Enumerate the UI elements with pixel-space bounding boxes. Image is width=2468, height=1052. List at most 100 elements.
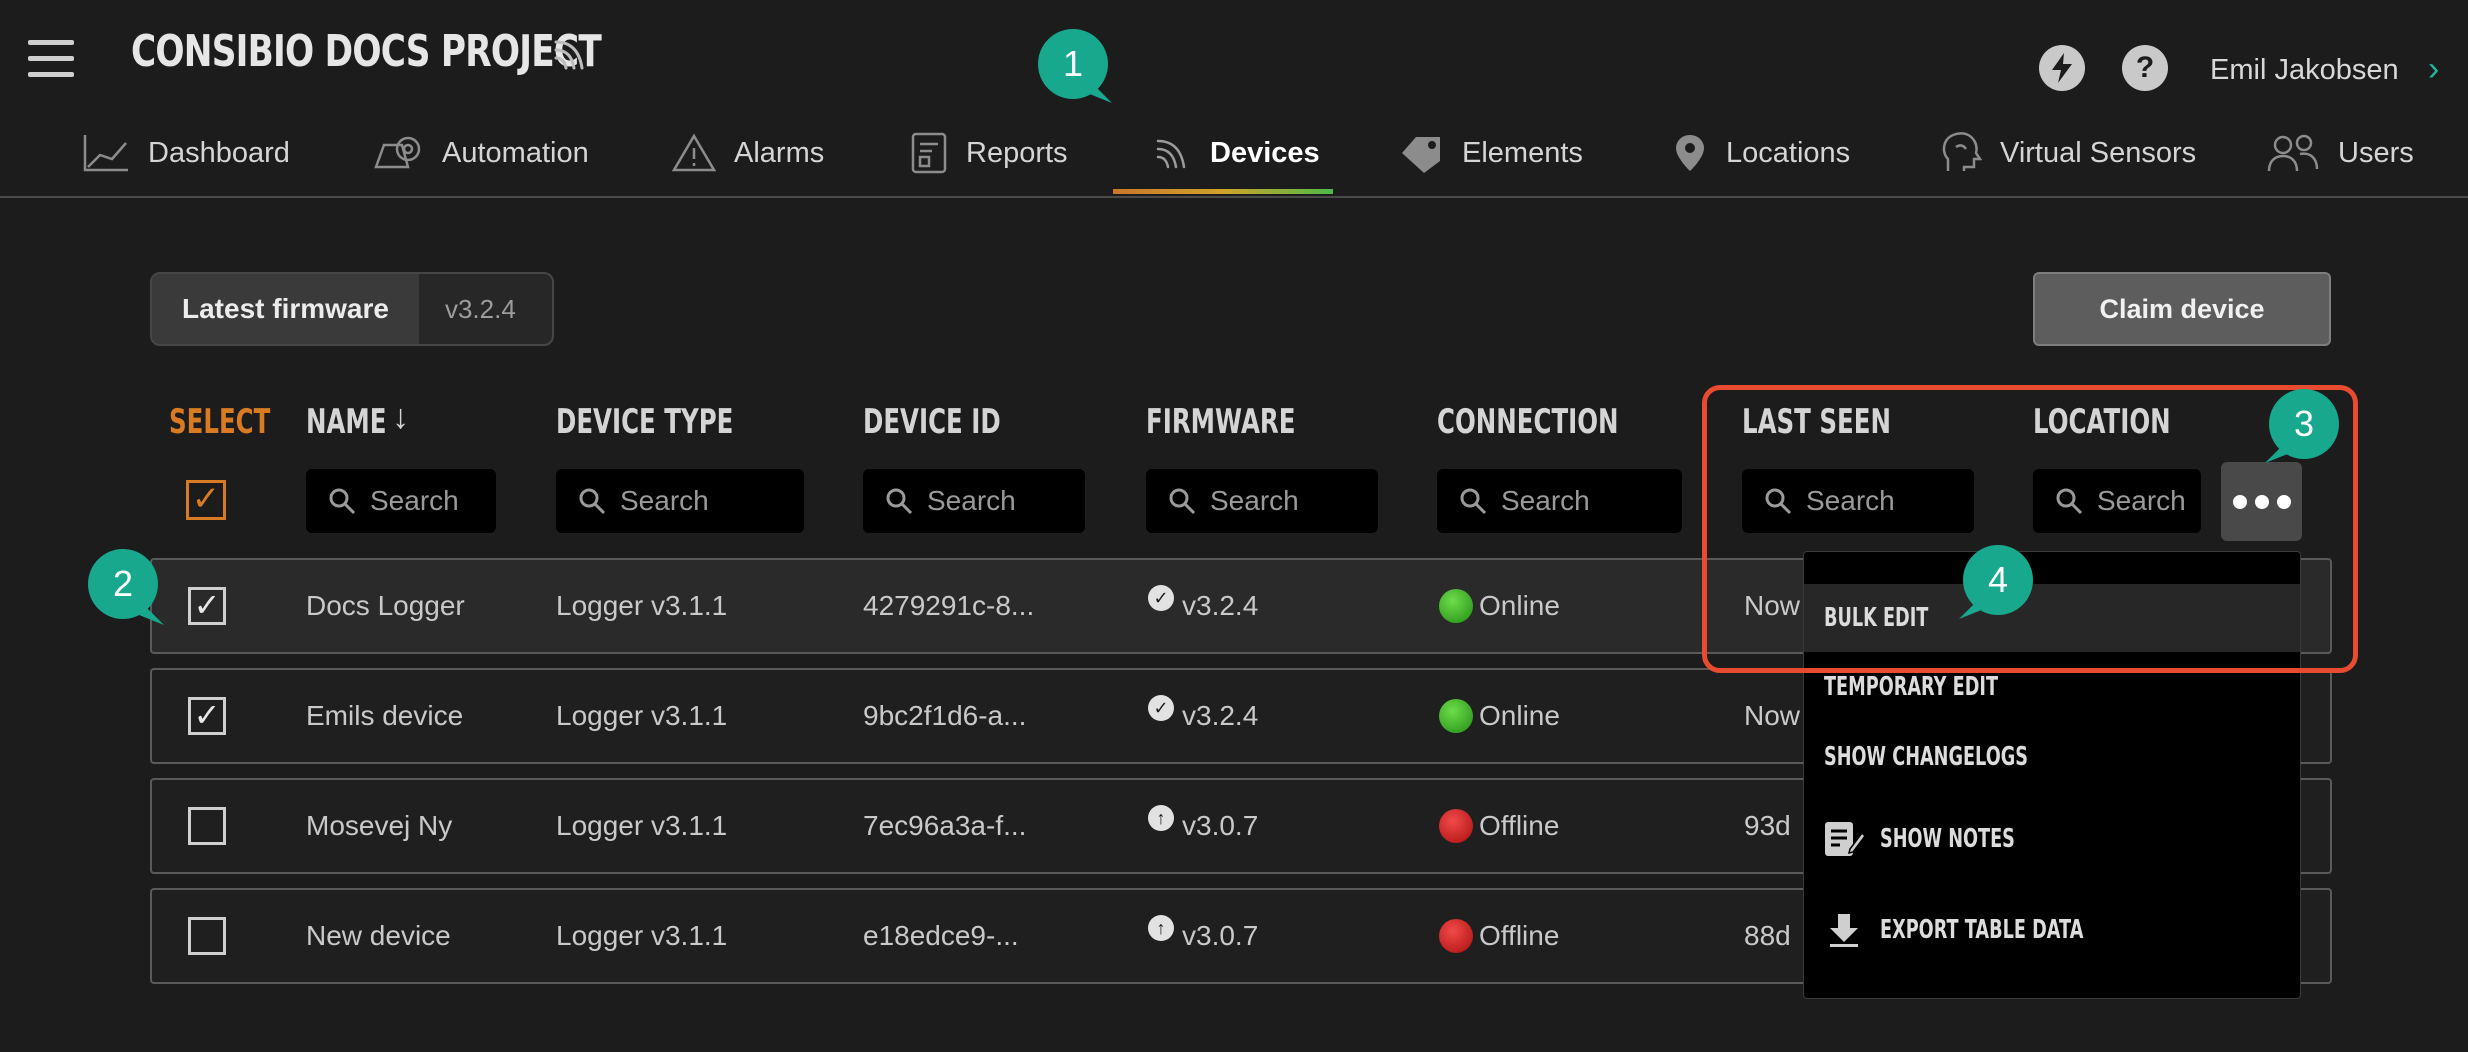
location-pin-icon <box>1676 135 1704 171</box>
connection-status: Offline <box>1479 810 1560 841</box>
project-title: CONSIBIO DOCS PROJECT <box>131 26 602 77</box>
latest-firmware-box: Latest firmware v3.2.4 <box>150 272 554 346</box>
online-status-icon <box>1439 589 1473 623</box>
nav-alarms[interactable]: Alarms <box>672 128 824 178</box>
device-name[interactable]: New device <box>306 890 451 982</box>
warning-triangle-icon <box>672 133 716 172</box>
row-checkbox[interactable]: ✓ <box>188 587 226 625</box>
nav-label: Devices <box>1210 136 1320 169</box>
online-status-icon <box>1439 699 1473 733</box>
nav-locations[interactable]: Locations <box>1672 128 1850 178</box>
search-placeholder: Search <box>370 485 459 516</box>
name-search-input[interactable]: Search <box>306 469 496 533</box>
nav-label: Dashboard <box>148 136 290 169</box>
firmware-search-input[interactable]: Search <box>1146 469 1378 533</box>
checkmark-icon: ✓ <box>1148 695 1174 721</box>
device-id-search-input[interactable]: Search <box>863 469 1085 533</box>
help-icon[interactable]: ? <box>2122 45 2168 91</box>
row-checkbox[interactable]: ✓ <box>188 697 226 735</box>
chevron-right-icon[interactable]: › <box>2428 50 2439 89</box>
report-icon <box>911 132 947 174</box>
column-header-device-id[interactable]: DEVICE ID <box>863 402 1001 442</box>
virtual-sensor-icon <box>1942 132 1982 171</box>
search-placeholder: Search <box>927 485 1016 516</box>
nav-virtual-sensors[interactable]: Virtual Sensors <box>1940 128 2196 178</box>
callout-badge-2: 2 <box>88 549 158 619</box>
column-header-device-type[interactable]: DEVICE TYPE <box>556 402 733 442</box>
update-arrow-icon[interactable]: ↑ <box>1148 805 1174 831</box>
nav-label: Automation <box>442 136 589 169</box>
device-id: 9bc2f1d6-a... <box>863 700 1027 731</box>
row-checkbox[interactable] <box>188 807 226 845</box>
wireless-icon <box>1156 139 1186 169</box>
download-arrow-icon <box>1830 914 1858 947</box>
nav-divider <box>0 196 2468 198</box>
device-id: e18edce9-... <box>863 920 1019 951</box>
search-icon <box>579 488 606 515</box>
search-placeholder: Search <box>620 485 709 516</box>
search-placeholder: Search <box>1501 485 1590 516</box>
firmware-version: v3.0.7 <box>1182 810 1259 841</box>
device-name[interactable]: Mosevej Ny <box>306 780 452 872</box>
nav-devices[interactable]: Devices <box>1154 128 1320 178</box>
device-name[interactable]: Emils device <box>306 670 463 762</box>
menu-item-export-table-data[interactable]: EXPORT TABLE DATA <box>1804 886 2300 974</box>
firmware-version: v3.2.4 <box>1182 700 1259 731</box>
connection-status: Online <box>1479 700 1560 731</box>
checkmark-icon: ✓ <box>1148 585 1174 611</box>
firmware-version: v3.0.7 <box>1182 920 1259 951</box>
claim-device-button[interactable]: Claim device <box>2033 272 2331 346</box>
row-checkbox[interactable] <box>188 917 226 955</box>
search-placeholder: Search <box>1210 485 1299 516</box>
hamburger-menu-icon[interactable] <box>28 40 74 80</box>
last-seen: 93d <box>1744 810 1791 841</box>
search-icon <box>329 488 356 515</box>
callout-badge-4: 4 <box>1963 545 2033 615</box>
nav-elements[interactable]: Elements <box>1398 128 1583 178</box>
search-icon <box>1460 488 1487 515</box>
menu-item-show-changelogs[interactable]: SHOW CHANGELOGS <box>1804 722 2300 792</box>
nav-reports[interactable]: Reports <box>910 128 1068 178</box>
nav-label: Elements <box>1462 136 1583 169</box>
lightning-bolt-icon[interactable] <box>2039 45 2085 91</box>
device-type: Logger v3.1.1 <box>556 700 728 731</box>
callout-badge-3: 3 <box>2269 389 2339 459</box>
automation-icon <box>374 136 421 169</box>
offline-status-icon <box>1439 919 1473 953</box>
latest-firmware-value: v3.2.4 <box>444 293 516 324</box>
column-header-firmware[interactable]: FIRMWARE <box>1146 402 1295 442</box>
connection-status: Online <box>1479 590 1560 621</box>
column-header-connection[interactable]: CONNECTION <box>1437 402 1619 442</box>
device-type: Logger v3.1.1 <box>556 810 728 841</box>
column-header-name[interactable]: NAME <box>306 402 387 442</box>
sort-descending-icon[interactable]: ↓ <box>392 398 409 437</box>
device-type: Logger v3.1.1 <box>556 920 728 951</box>
device-type: Logger v3.1.1 <box>556 590 728 621</box>
user-name[interactable]: Emil Jakobsen <box>2210 54 2399 87</box>
offline-status-icon <box>1439 809 1473 843</box>
device-id: 7ec96a3a-f... <box>863 810 1027 841</box>
device-type-search-input[interactable]: Search <box>556 469 804 533</box>
nav-users[interactable]: Users <box>2266 128 2414 178</box>
nav-label: Alarms <box>734 136 825 169</box>
select-all-checkbox[interactable]: ✓ <box>186 480 226 520</box>
users-icon <box>2267 134 2319 172</box>
active-tab-indicator <box>1113 189 1333 194</box>
connection-search-input[interactable]: Search <box>1437 469 1682 533</box>
device-id: 4279291c-8... <box>863 590 1035 621</box>
menu-item-show-notes[interactable]: SHOW NOTES <box>1804 794 2300 884</box>
nav-label: Locations <box>1726 136 1851 169</box>
callout-badge-1: 1 <box>1038 29 1108 99</box>
tag-icon <box>1402 137 1440 173</box>
wireless-icon <box>554 40 584 70</box>
device-name[interactable]: Docs Logger <box>306 560 465 652</box>
nav-label: Users <box>2338 136 2414 169</box>
notes-icon <box>1825 822 1866 856</box>
search-icon <box>1169 488 1196 515</box>
chart-line-icon <box>83 135 128 172</box>
update-arrow-icon[interactable]: ↑ <box>1148 915 1174 941</box>
column-header-select: SELECT <box>169 402 271 442</box>
last-seen: Now <box>1744 700 1801 731</box>
nav-automation[interactable]: Automation <box>372 128 589 178</box>
nav-dashboard[interactable]: Dashboard <box>82 128 290 178</box>
